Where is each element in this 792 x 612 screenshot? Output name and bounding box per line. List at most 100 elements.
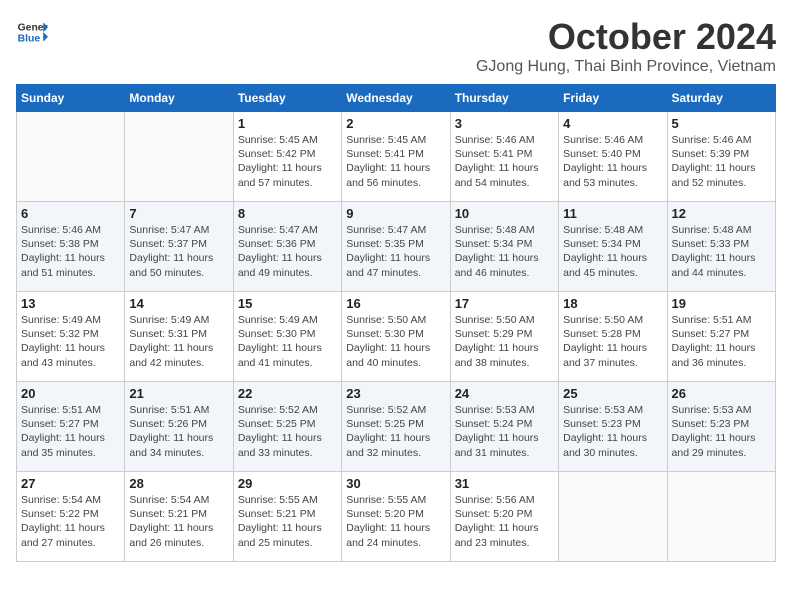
day-info: Sunrise: 5:47 AM Sunset: 5:36 PM Dayligh…	[238, 223, 337, 280]
day-info: Sunrise: 5:49 AM Sunset: 5:32 PM Dayligh…	[21, 313, 120, 370]
calendar-day-cell: 15Sunrise: 5:49 AM Sunset: 5:30 PM Dayli…	[233, 292, 341, 382]
calendar-day-cell: 1 Sunrise: 5:45 AM Sunset: 5:42 PM Daylig…	[233, 112, 341, 202]
calendar-day-cell: 26 Sunrise: 5:53 AM Sunset: 5:23 PM Dayli…	[667, 382, 775, 472]
day-info: Sunrise: 5:52 AM Sunset: 5:25 PM Dayligh…	[238, 403, 337, 460]
day-info: Sunrise: 5:50 AM Sunset: 5:28 PM Dayligh…	[563, 313, 662, 370]
weekday-header-cell: Saturday	[667, 85, 775, 112]
day-info: Sunrise: 5:46 AM Sunset: 5:41 PM Dayligh…	[455, 133, 554, 190]
day-number: 28	[129, 476, 228, 491]
day-info: Sunrise: 5:46 AM Sunset: 5:40 PM Dayligh…	[563, 133, 662, 190]
calendar-day-cell: 28 Sunrise: 5:54 AM Sunset: 5:21 PM Dayli…	[125, 472, 233, 562]
day-info: Sunrise: 5:54 AM Sunset: 5:21 PM Dayligh…	[129, 493, 228, 550]
calendar-day-cell: 2Sunrise: 5:45 AM Sunset: 5:41 PM Daylig…	[342, 112, 450, 202]
calendar-day-cell: 5 Sunrise: 5:46 AM Sunset: 5:39 PM Daylig…	[667, 112, 775, 202]
day-number: 31	[455, 476, 554, 491]
day-number: 19	[672, 296, 771, 311]
day-info: Sunrise: 5:50 AM Sunset: 5:30 PM Dayligh…	[346, 313, 445, 370]
calendar-day-cell: 14 Sunrise: 5:49 AM Sunset: 5:31 PM Dayli…	[125, 292, 233, 382]
calendar-day-cell: 6 Sunrise: 5:46 AM Sunset: 5:38 PM Daylig…	[17, 202, 125, 292]
calendar-table: SundayMondayTuesdayWednesdayThursdayFrid…	[16, 84, 776, 562]
day-number: 18	[563, 296, 662, 311]
day-info: Sunrise: 5:51 AM Sunset: 5:27 PM Dayligh…	[672, 313, 771, 370]
calendar-week-row: 27Sunrise: 5:54 AM Sunset: 5:22 PM Dayli…	[17, 472, 776, 562]
day-info: Sunrise: 5:48 AM Sunset: 5:34 PM Dayligh…	[455, 223, 554, 280]
day-info: Sunrise: 5:45 AM Sunset: 5:41 PM Dayligh…	[346, 133, 445, 190]
day-info: Sunrise: 5:48 AM Sunset: 5:34 PM Dayligh…	[563, 223, 662, 280]
logo-icon: General Blue	[16, 16, 48, 48]
weekday-header-cell: Thursday	[450, 85, 558, 112]
calendar-day-cell: 25 Sunrise: 5:53 AM Sunset: 5:23 PM Dayli…	[559, 382, 667, 472]
calendar-day-cell: 18 Sunrise: 5:50 AM Sunset: 5:28 PM Dayli…	[559, 292, 667, 382]
day-number: 21	[129, 386, 228, 401]
weekday-header-cell: Wednesday	[342, 85, 450, 112]
calendar-day-cell: 20Sunrise: 5:51 AM Sunset: 5:27 PM Dayli…	[17, 382, 125, 472]
weekday-header-cell: Friday	[559, 85, 667, 112]
day-number: 14	[129, 296, 228, 311]
day-number: 5	[672, 116, 771, 131]
day-number: 29	[238, 476, 337, 491]
day-info: Sunrise: 5:48 AM Sunset: 5:33 PM Dayligh…	[672, 223, 771, 280]
calendar-day-cell: 17 Sunrise: 5:50 AM Sunset: 5:29 PM Dayli…	[450, 292, 558, 382]
calendar-day-cell	[667, 472, 775, 562]
day-number: 24	[455, 386, 554, 401]
calendar-week-row: 6 Sunrise: 5:46 AM Sunset: 5:38 PM Daylig…	[17, 202, 776, 292]
day-info: Sunrise: 5:45 AM Sunset: 5:42 PM Dayligh…	[238, 133, 337, 190]
calendar-day-cell: 29Sunrise: 5:55 AM Sunset: 5:21 PM Dayli…	[233, 472, 341, 562]
calendar-week-row: 20Sunrise: 5:51 AM Sunset: 5:27 PM Dayli…	[17, 382, 776, 472]
day-number: 11	[563, 206, 662, 221]
day-number: 3	[455, 116, 554, 131]
calendar-day-cell: 10Sunrise: 5:48 AM Sunset: 5:34 PM Dayli…	[450, 202, 558, 292]
day-info: Sunrise: 5:49 AM Sunset: 5:30 PM Dayligh…	[238, 313, 337, 370]
day-number: 22	[238, 386, 337, 401]
day-number: 16	[346, 296, 445, 311]
svg-text:Blue: Blue	[18, 34, 41, 45]
day-info: Sunrise: 5:50 AM Sunset: 5:29 PM Dayligh…	[455, 313, 554, 370]
weekday-header-cell: Tuesday	[233, 85, 341, 112]
calendar-day-cell	[125, 112, 233, 202]
calendar-day-cell: 30 Sunrise: 5:55 AM Sunset: 5:20 PM Dayli…	[342, 472, 450, 562]
calendar-day-cell: 23 Sunrise: 5:52 AM Sunset: 5:25 PM Dayli…	[342, 382, 450, 472]
day-number: 17	[455, 296, 554, 311]
calendar-day-cell: 8Sunrise: 5:47 AM Sunset: 5:36 PM Daylig…	[233, 202, 341, 292]
day-info: Sunrise: 5:46 AM Sunset: 5:39 PM Dayligh…	[672, 133, 771, 190]
day-info: Sunrise: 5:56 AM Sunset: 5:20 PM Dayligh…	[455, 493, 554, 550]
day-number: 27	[21, 476, 120, 491]
day-number: 9	[346, 206, 445, 221]
weekday-header-cell: Monday	[125, 85, 233, 112]
day-number: 26	[672, 386, 771, 401]
calendar-day-cell	[559, 472, 667, 562]
logo: General Blue	[16, 16, 48, 48]
day-number: 13	[21, 296, 120, 311]
weekday-header-cell: Sunday	[17, 85, 125, 112]
day-number: 25	[563, 386, 662, 401]
day-number: 6	[21, 206, 120, 221]
day-number: 23	[346, 386, 445, 401]
calendar-day-cell: 12 Sunrise: 5:48 AM Sunset: 5:33 PM Dayli…	[667, 202, 775, 292]
calendar-day-cell: 21 Sunrise: 5:51 AM Sunset: 5:26 PM Dayli…	[125, 382, 233, 472]
day-info: Sunrise: 5:55 AM Sunset: 5:20 PM Dayligh…	[346, 493, 445, 550]
calendar-day-cell: 7Sunrise: 5:47 AM Sunset: 5:37 PM Daylig…	[125, 202, 233, 292]
month-title: October 2024	[476, 16, 776, 58]
day-info: Sunrise: 5:46 AM Sunset: 5:38 PM Dayligh…	[21, 223, 120, 280]
day-info: Sunrise: 5:51 AM Sunset: 5:27 PM Dayligh…	[21, 403, 120, 460]
calendar-day-cell: 13 Sunrise: 5:49 AM Sunset: 5:32 PM Dayli…	[17, 292, 125, 382]
day-info: Sunrise: 5:53 AM Sunset: 5:24 PM Dayligh…	[455, 403, 554, 460]
location-title: GJong Hung, Thai Binh Province, Vietnam	[476, 58, 776, 76]
day-number: 12	[672, 206, 771, 221]
day-info: Sunrise: 5:49 AM Sunset: 5:31 PM Dayligh…	[129, 313, 228, 370]
day-number: 1	[238, 116, 337, 131]
calendar-day-cell: 19 Sunrise: 5:51 AM Sunset: 5:27 PM Dayli…	[667, 292, 775, 382]
day-info: Sunrise: 5:51 AM Sunset: 5:26 PM Dayligh…	[129, 403, 228, 460]
title-block: October 2024 GJong Hung, Thai Binh Provi…	[476, 16, 776, 76]
day-number: 30	[346, 476, 445, 491]
calendar-day-cell: 24 Sunrise: 5:53 AM Sunset: 5:24 PM Dayli…	[450, 382, 558, 472]
calendar-day-cell	[17, 112, 125, 202]
calendar-day-cell: 11 Sunrise: 5:48 AM Sunset: 5:34 PM Dayli…	[559, 202, 667, 292]
day-info: Sunrise: 5:52 AM Sunset: 5:25 PM Dayligh…	[346, 403, 445, 460]
day-number: 7	[129, 206, 228, 221]
calendar-day-cell: 31 Sunrise: 5:56 AM Sunset: 5:20 PM Dayli…	[450, 472, 558, 562]
calendar-day-cell: 3 Sunrise: 5:46 AM Sunset: 5:41 PM Daylig…	[450, 112, 558, 202]
day-info: Sunrise: 5:53 AM Sunset: 5:23 PM Dayligh…	[672, 403, 771, 460]
day-number: 4	[563, 116, 662, 131]
day-info: Sunrise: 5:53 AM Sunset: 5:23 PM Dayligh…	[563, 403, 662, 460]
